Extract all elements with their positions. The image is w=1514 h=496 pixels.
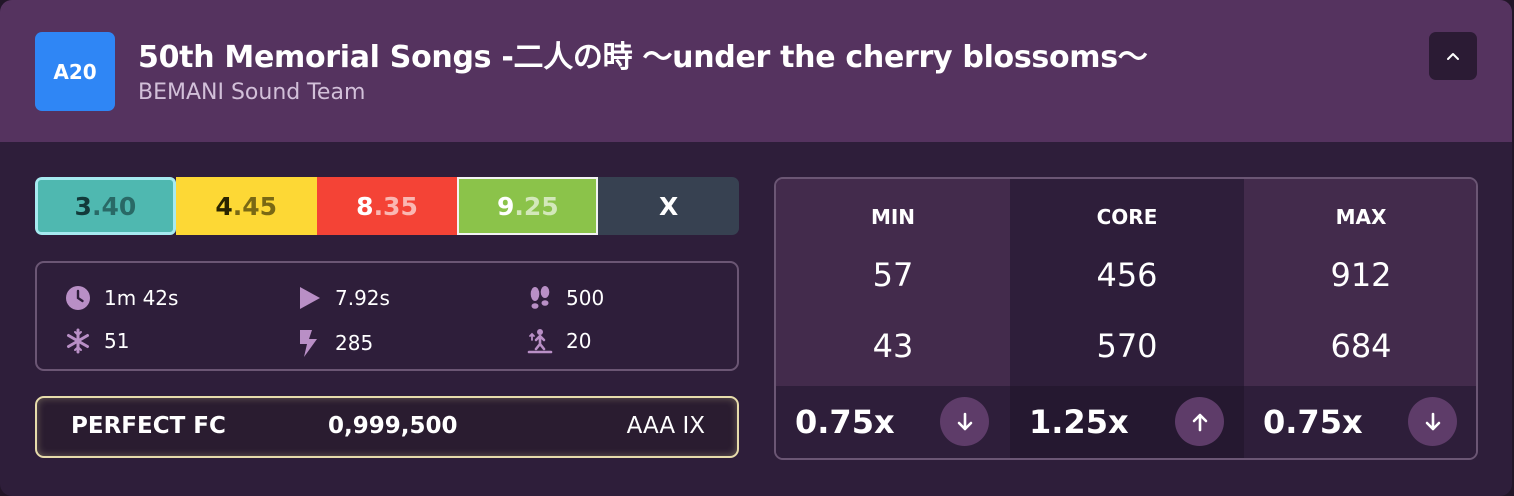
song-card: A20 50th Memorial Songs -二人の時 〜under the… <box>0 0 1512 496</box>
bolt-icon <box>300 330 317 357</box>
difficulty-int: X <box>658 191 679 221</box>
freeze-value: 51 <box>104 329 130 353</box>
level-badge: A20 <box>35 32 115 111</box>
steps-value: 500 <box>566 286 605 310</box>
bpm-core-label: CORE <box>1096 205 1158 229</box>
difficulty-dec: .25 <box>514 191 559 221</box>
bpm-max-column: MAX 912 684 0.75x <box>1244 179 1476 458</box>
difficulty-int: 8 <box>356 191 374 221</box>
bpm-core-footer: 1.25x <box>1010 386 1244 458</box>
bpm-max-multiplier: 0.75x <box>1263 403 1363 441</box>
stat-length: 1m 42s <box>65 285 178 311</box>
difficulty-int: 4 <box>215 191 233 221</box>
bpm-min-column: MIN 57 43 0.75x <box>776 179 1010 458</box>
arrow-up-icon <box>1192 413 1207 431</box>
difficulty-int: 3 <box>74 191 92 221</box>
arrow-down-icon <box>957 412 972 430</box>
bpm-max-label: MAX <box>1335 205 1387 229</box>
chart-stats: 1m 42s 7.92s 500 51 285 20 <box>35 261 739 371</box>
footsteps-icon <box>530 286 550 309</box>
jump-icon <box>527 329 553 354</box>
bpm-core-adjusted: 570 <box>1096 327 1158 365</box>
difficulty-challenge[interactable]: X <box>598 177 739 235</box>
play-icon <box>300 287 320 309</box>
difficulty-dec: .40 <box>91 191 137 221</box>
difficulty-beginner[interactable]: 3.40 <box>35 177 176 235</box>
speed-up-button[interactable] <box>1175 397 1224 446</box>
snowflake-icon <box>67 328 89 354</box>
stat-jumps: 20 <box>527 328 591 354</box>
bpm-max-footer: 0.75x <box>1244 386 1476 458</box>
stat-shock: 285 <box>296 328 373 358</box>
speed-down-button[interactable] <box>1408 397 1457 446</box>
stat-freeze: 51 <box>65 328 129 354</box>
difficulty-expert[interactable]: 9.25 <box>457 177 599 235</box>
jumps-value: 20 <box>566 329 592 353</box>
arrow-down-icon <box>1425 412 1440 430</box>
bpm-max-adjusted: 684 <box>1330 327 1392 365</box>
bpm-core-column: CORE 456 570 1.25x <box>1010 179 1244 458</box>
stat-steps: 500 <box>527 285 604 311</box>
difficulty-difficult[interactable]: 8.35 <box>316 177 458 235</box>
bpm-core-multiplier: 1.25x <box>1029 403 1129 441</box>
first-note-value: 7.92s <box>335 286 390 310</box>
score-bar: PERFECT FC 0,999,500 AAA IX <box>35 396 739 458</box>
difficulty-dec: .35 <box>373 191 418 221</box>
score-value: 0,999,500 <box>328 413 458 439</box>
bpm-core-value: 456 <box>1096 256 1158 294</box>
bpm-min-label: MIN <box>870 205 916 229</box>
song-title: 50th Memorial Songs -二人の時 〜under the che… <box>138 40 1148 75</box>
grade-value: AAA IX <box>626 413 705 439</box>
bpm-max-value: 912 <box>1330 256 1392 294</box>
bpm-min-multiplier: 0.75x <box>795 403 895 441</box>
difficulty-basic[interactable]: 4.45 <box>175 177 317 235</box>
bpm-min-adjusted: 43 <box>872 327 914 365</box>
speed-down-button[interactable] <box>940 397 989 446</box>
chevron-up-icon <box>1447 53 1459 60</box>
collapse-button[interactable] <box>1429 32 1477 80</box>
bpm-panel: MIN 57 43 0.75x CORE 456 570 1.25x MAX 9… <box>774 177 1478 460</box>
bpm-min-value: 57 <box>872 256 914 294</box>
song-artist: BEMANI Sound Team <box>138 80 366 105</box>
length-value: 1m 42s <box>104 286 179 310</box>
difficulty-int: 9 <box>496 191 515 221</box>
clock-icon <box>66 286 90 310</box>
difficulty-bar: 3.40 4.45 8.35 9.25 X <box>35 177 739 235</box>
shock-value: 285 <box>335 331 374 355</box>
difficulty-dec: .45 <box>232 191 278 221</box>
song-header: A20 50th Memorial Songs -二人の時 〜under the… <box>0 0 1512 142</box>
stat-first-note: 7.92s <box>296 285 390 311</box>
bpm-min-footer: 0.75x <box>776 386 1010 458</box>
clear-lamp: PERFECT FC <box>71 413 226 439</box>
